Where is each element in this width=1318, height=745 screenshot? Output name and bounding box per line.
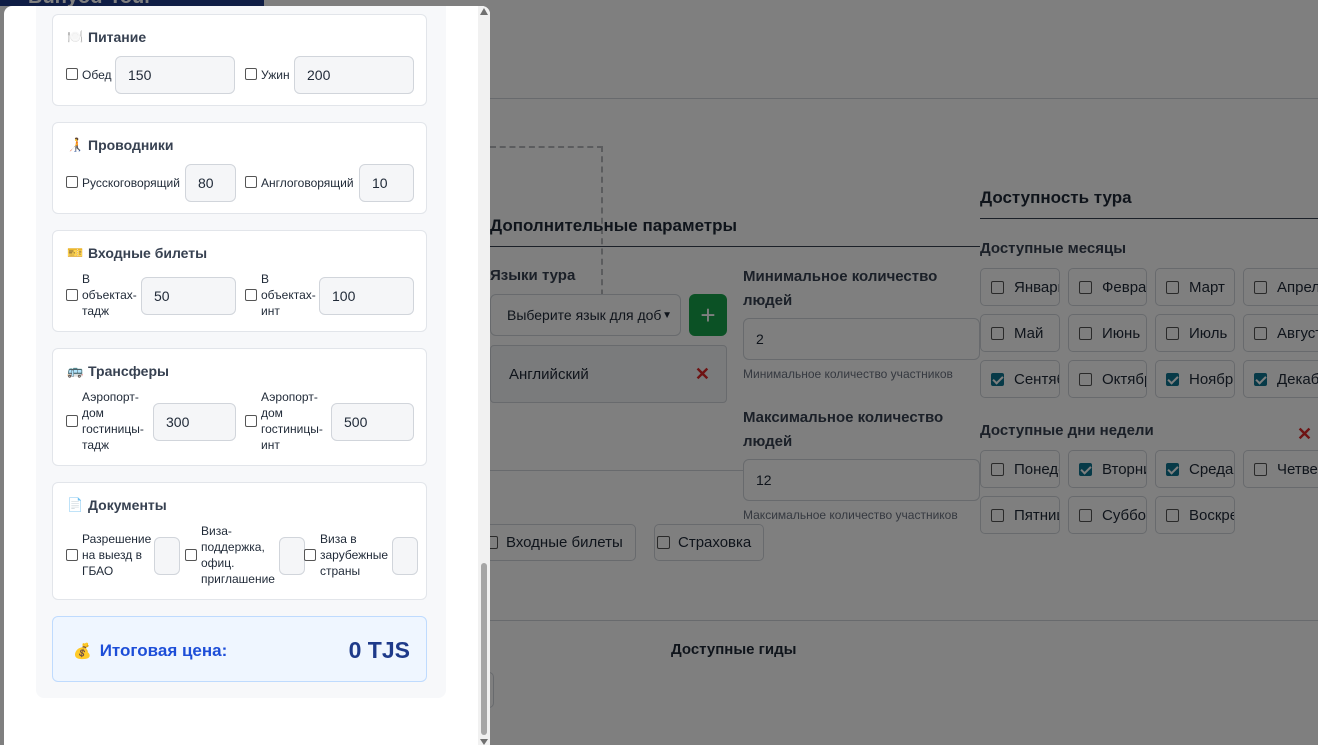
tickets-int-label: В объектах- инт — [261, 271, 316, 319]
label-line: приглашение — [201, 572, 275, 586]
tickets-int-checkbox[interactable] — [245, 289, 257, 301]
tickets-taj-label: В объектах- тадж — [82, 271, 137, 319]
label-line: поддержка, — [201, 540, 265, 554]
visa-support-label: Виза- поддержка, офиц. приглашение — [201, 523, 275, 587]
russian-guide-price-input[interactable]: 80 — [185, 164, 236, 202]
transfer-int-checkbox[interactable] — [245, 415, 257, 427]
modal-scrollbar[interactable] — [478, 6, 490, 745]
total-price-label: 💰 Итоговая цена: — [73, 641, 227, 661]
document-icon: 📄 — [67, 497, 84, 512]
label-line: гостиницы- — [82, 422, 144, 436]
money-bag-icon: 💰 — [73, 643, 92, 660]
lunch-label: Обед — [82, 68, 112, 82]
label-line: инт — [261, 438, 280, 452]
scroll-up-arrow-icon[interactable] — [480, 8, 488, 15]
scroll-down-arrow-icon[interactable] — [480, 739, 488, 745]
tickets-title-text: Входные билеты — [88, 245, 208, 261]
english-guide-label: Англоговорящий — [261, 176, 354, 190]
lunch-price-input[interactable]: 150 — [115, 56, 235, 94]
english-guide-price-input[interactable]: 10 — [359, 164, 414, 202]
label-line: дом — [261, 406, 283, 420]
label-line: В — [82, 272, 91, 286]
label-line: гостиницы- — [261, 422, 323, 436]
documents-title-text: Документы — [88, 497, 167, 513]
documents-title: 📄 Документы — [67, 497, 167, 513]
label-line: объектах- — [261, 288, 316, 302]
food-card: 🍽️ Питание Обед 150 Ужин 200 — [52, 14, 427, 106]
transfers-title-text: Трансферы — [88, 363, 169, 379]
english-guide-checkbox[interactable] — [245, 176, 257, 188]
scrollbar-thumb[interactable] — [481, 563, 487, 735]
tickets-taj-checkbox[interactable] — [66, 289, 78, 301]
visa-support-checkbox[interactable] — [185, 549, 197, 561]
dinner-price-input[interactable]: 200 — [294, 56, 414, 94]
visa-support-price-input[interactable] — [279, 537, 305, 575]
label-line: тадж — [82, 438, 110, 452]
label-line: офиц. — [201, 556, 235, 570]
bus-icon: 🚌 — [67, 363, 84, 378]
pricing-modal: 🍽️ Питание Обед 150 Ужин 200 🧑‍🦯 Проводн… — [4, 6, 490, 745]
total-price-box: 💰 Итоговая цена: 0 TJS — [52, 616, 427, 682]
documents-card: 📄 Документы Разрешение на выезд в ГБАО В… — [52, 482, 427, 600]
guide-icon: 🧑‍🦯 — [67, 137, 84, 152]
russian-guide-label: Русскоговорящий — [82, 176, 180, 190]
guides-card: 🧑‍🦯 Проводники Русскоговорящий 80 Англог… — [52, 122, 427, 214]
gbao-permit-checkbox[interactable] — [66, 549, 78, 561]
tickets-title: 🎫 Входные билеты — [67, 245, 207, 261]
transfers-card: 🚌 Трансферы Аэропорт- дом гостиницы- тад… — [52, 348, 427, 466]
label-line: ГБАО — [82, 564, 114, 578]
label-line: Аэропорт- — [82, 390, 139, 404]
foreign-visa-label: Виза в зарубежные страны — [320, 531, 388, 579]
transfer-taj-price-input[interactable]: 300 — [153, 403, 236, 441]
transfer-int-label: Аэропорт- дом гостиницы- инт — [261, 389, 323, 453]
tickets-card: 🎫 Входные билеты В объектах- тадж 50 В о… — [52, 230, 427, 332]
gbao-permit-price-input[interactable] — [154, 537, 180, 575]
label-line: инт — [261, 304, 280, 318]
label-line: на выезд в — [82, 548, 142, 562]
transfer-int-price-input[interactable]: 500 — [331, 403, 414, 441]
guides-title-text: Проводники — [88, 137, 174, 153]
label-line: объектах- — [82, 288, 137, 302]
label-line: тадж — [82, 304, 110, 318]
gbao-permit-label: Разрешение на выезд в ГБАО — [82, 531, 151, 579]
label-line: Разрешение — [82, 532, 152, 546]
foreign-visa-price-input[interactable] — [392, 537, 418, 575]
label-line: зарубежные — [320, 548, 389, 562]
tickets-int-price-input[interactable]: 100 — [319, 277, 414, 315]
label-line: В — [261, 272, 270, 286]
food-title-text: Питание — [88, 29, 147, 45]
label-line: Виза в — [320, 532, 357, 546]
total-price-label-text: Итоговая цена: — [99, 641, 228, 660]
lunch-checkbox[interactable] — [66, 68, 78, 80]
foreign-visa-checkbox[interactable] — [304, 549, 316, 561]
dinner-label: Ужин — [261, 68, 290, 82]
russian-guide-checkbox[interactable] — [66, 176, 78, 188]
transfer-taj-checkbox[interactable] — [66, 415, 78, 427]
total-price-value: 0 TJS — [348, 637, 410, 663]
label-line: страны — [320, 564, 361, 578]
tickets-taj-price-input[interactable]: 50 — [141, 277, 236, 315]
food-title: 🍽️ Питание — [67, 29, 146, 45]
transfers-title: 🚌 Трансферы — [67, 363, 169, 379]
plate-icon: 🍽️ — [67, 29, 84, 44]
label-line: дом — [82, 406, 104, 420]
dinner-checkbox[interactable] — [245, 68, 257, 80]
label-line: Виза- — [201, 524, 232, 538]
guides-title: 🧑‍🦯 Проводники — [67, 137, 174, 153]
label-line: Аэропорт- — [261, 390, 318, 404]
transfer-taj-label: Аэропорт- дом гостиницы- тадж — [82, 389, 144, 453]
ticket-icon: 🎫 — [67, 245, 84, 260]
